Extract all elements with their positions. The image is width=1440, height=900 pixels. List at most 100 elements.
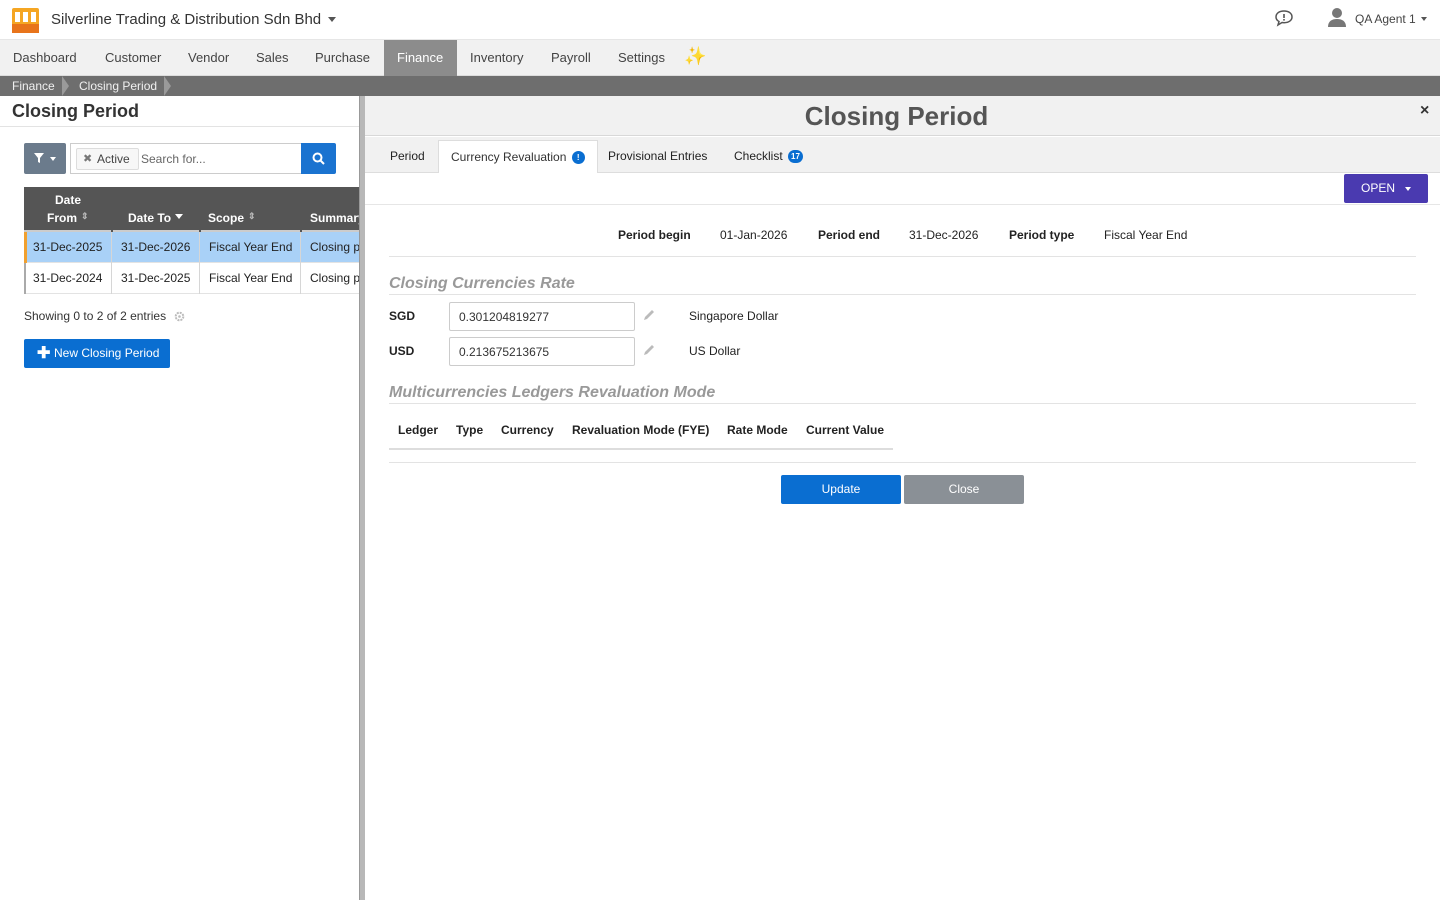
period-begin-label: Period begin: [618, 228, 691, 242]
status-open-button[interactable]: OPEN: [1344, 174, 1428, 203]
table-row[interactable]: 31-Dec-2025 31-Dec-2026 Fiscal Year End …: [24, 232, 360, 263]
tab-currency-revaluation[interactable]: Currency Revaluation !: [438, 140, 598, 173]
period-end-label: Period end: [818, 228, 881, 242]
column-header-date-to[interactable]: Date To: [128, 211, 171, 225]
divider: [389, 403, 1416, 404]
filter-tag-active[interactable]: ✖ Active: [76, 148, 139, 170]
closing-period-table: Date From ⇕ Date To Scope ⇕ Summary 31-D…: [24, 187, 360, 294]
column-header-rate-mode: Rate Mode: [727, 423, 788, 437]
close-button[interactable]: Close: [904, 475, 1024, 504]
column-header-date-from[interactable]: From: [47, 211, 77, 225]
tab-period[interactable]: Period: [378, 140, 437, 173]
rate-input-sgd[interactable]: [449, 302, 635, 331]
nav-inventory[interactable]: Inventory: [457, 40, 536, 76]
chat-icon[interactable]: [1274, 9, 1294, 27]
sort-desc-icon[interactable]: [175, 214, 183, 219]
currency-code-usd: USD: [389, 344, 415, 358]
divider: [389, 448, 893, 450]
top-bar: Silverline Trading & Distribution Sdn Bh…: [0, 0, 1440, 40]
sort-icon[interactable]: ⇕: [81, 211, 89, 222]
cell-scope: Fiscal Year End: [200, 232, 301, 263]
filter-button[interactable]: [24, 143, 66, 174]
column-header-type: Type: [456, 423, 484, 437]
column-header-scope[interactable]: Scope: [208, 211, 244, 225]
cell-date-from: 31-Dec-2024: [24, 263, 112, 294]
period-type-label: Period type: [1009, 228, 1075, 242]
search-button[interactable]: [301, 143, 336, 174]
table-row[interactable]: 31-Dec-2024 31-Dec-2025 Fiscal Year End …: [24, 263, 360, 294]
currency-name-usd: US Dollar: [689, 344, 741, 358]
nav-customer[interactable]: Customer: [92, 40, 174, 76]
divider: [389, 256, 1416, 257]
update-button[interactable]: Update: [781, 475, 901, 504]
tab-provisional-entries[interactable]: Provisional Entries: [596, 140, 719, 173]
rate-input-usd[interactable]: [449, 337, 635, 366]
new-closing-period-button[interactable]: ✚ New Closing Period: [24, 339, 170, 368]
column-header-date-from[interactable]: Date: [55, 193, 81, 207]
nav-vendor[interactable]: Vendor: [175, 40, 242, 76]
nav-purchase[interactable]: Purchase: [302, 40, 383, 76]
breadcrumb: Finance Closing Period: [0, 76, 1440, 96]
breadcrumb-closing-period[interactable]: Closing Period: [79, 76, 157, 96]
app-logo-icon[interactable]: [12, 8, 39, 33]
entries-info: Showing 0 to 2 of 2 entries: [24, 309, 167, 323]
search-input[interactable]: [141, 149, 291, 169]
sort-icon[interactable]: ⇕: [248, 211, 256, 222]
chevron-down-icon[interactable]: [1421, 17, 1427, 21]
cell-date-to: 31-Dec-2026: [112, 232, 200, 263]
nav-sales[interactable]: Sales: [243, 40, 302, 76]
cell-scope: Fiscal Year End: [200, 263, 301, 294]
column-header-currency: Currency: [501, 423, 554, 437]
close-icon[interactable]: ✖: [83, 149, 92, 169]
pencil-icon[interactable]: [643, 309, 655, 321]
cell-summary: Closing p: [301, 232, 360, 263]
tab-label: Checklist: [734, 149, 783, 163]
chevron-down-icon[interactable]: [328, 17, 336, 22]
ledgers-revaluation-title: Multicurrencies Ledgers Revaluation Mode: [389, 384, 716, 401]
cell-date-from: 31-Dec-2025: [24, 232, 112, 263]
divider: [389, 462, 1416, 463]
column-header-summary[interactable]: Summary: [310, 211, 360, 225]
chevron-down-icon: [50, 157, 56, 161]
alert-badge: !: [571, 151, 585, 165]
cell-date-to: 31-Dec-2025: [112, 263, 200, 294]
breadcrumb-finance[interactable]: Finance: [12, 76, 55, 96]
user-avatar-icon[interactable]: [1326, 6, 1348, 28]
divider: [0, 126, 360, 127]
tab-label: Period: [390, 149, 425, 163]
nav-settings[interactable]: Settings: [605, 40, 678, 76]
sparkle-icon[interactable]: ✨: [684, 46, 706, 67]
breadcrumb-separator: [62, 76, 69, 96]
status-bar: OPEN: [365, 173, 1440, 205]
column-header-revaluation-mode: Revaluation Mode (FYE): [572, 423, 710, 437]
tab-label: Provisional Entries: [608, 149, 708, 163]
divider: [389, 294, 1416, 295]
column-header-ledger: Ledger: [398, 423, 439, 437]
breadcrumb-separator: [164, 76, 171, 96]
period-begin-value: 01-Jan-2026: [720, 228, 788, 242]
detail-panel-title: Closing Period: [804, 101, 989, 131]
tab-label: Currency Revaluation: [451, 150, 567, 164]
search-icon: [312, 152, 325, 165]
detail-panel-header: Closing Period ×: [365, 96, 1440, 136]
search-box: ✖ Active: [70, 143, 301, 174]
gear-icon[interactable]: [174, 311, 185, 322]
nav-finance[interactable]: Finance: [384, 40, 457, 76]
user-name[interactable]: QA Agent 1: [1355, 12, 1416, 26]
panel-splitter[interactable]: [359, 96, 365, 900]
filter-tag-label: Active: [97, 152, 130, 166]
count-badge: 17: [788, 150, 803, 164]
tab-checklist[interactable]: Checklist 17: [722, 140, 815, 173]
currency-name-sgd: Singapore Dollar: [689, 309, 779, 323]
cell-summary: Closing p: [301, 263, 360, 294]
close-icon[interactable]: ×: [1420, 102, 1429, 120]
table-header: Date From ⇕ Date To Scope ⇕ Summary: [24, 187, 360, 232]
pencil-icon[interactable]: [643, 344, 655, 356]
company-name[interactable]: Silverline Trading & Distribution Sdn Bh…: [51, 11, 321, 28]
nav-dashboard[interactable]: Dashboard: [0, 40, 90, 76]
page-title: Closing Period: [12, 101, 140, 121]
new-closing-period-label: New Closing Period: [54, 346, 160, 360]
period-end-value: 31-Dec-2026: [909, 228, 979, 242]
nav-payroll[interactable]: Payroll: [538, 40, 604, 76]
filter-icon: [34, 153, 44, 163]
